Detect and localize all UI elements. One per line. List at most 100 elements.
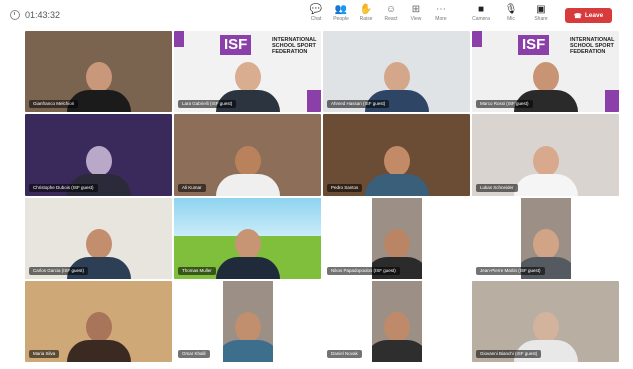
participant-name: Daniel Novak	[327, 350, 362, 358]
participant-video	[66, 312, 131, 362]
participant-head	[532, 228, 559, 259]
isf-stripe	[174, 31, 184, 47]
participant-body	[215, 173, 280, 196]
participant-head	[85, 228, 112, 259]
participant-video	[222, 312, 273, 362]
more-icon: ⋯	[436, 4, 446, 15]
participant-tile[interactable]: ISF INTERNATIONAL SCHOOL SPORT FEDERATION La…	[174, 31, 321, 113]
react-icon: ☺	[385, 4, 397, 15]
camera-button[interactable]: ■ Camera	[470, 3, 492, 23]
toolbar-button-raise[interactable]: ✋ Raise	[356, 3, 376, 23]
isf-logo-text: INTERNATIONAL SCHOOL SPORT FEDERATION	[570, 37, 615, 55]
participant-name: Lukas Schneider	[476, 183, 518, 192]
participant-name: Carlos Garcia (ISF guest)	[29, 266, 89, 275]
portrait-video	[371, 280, 422, 362]
people-icon: 👥	[334, 4, 348, 15]
chat-icon: 💬	[309, 4, 323, 15]
participant-video	[215, 145, 280, 196]
participant-tile[interactable]: Giovanni Bianchi (ISF guest)	[472, 280, 619, 362]
participant-tile[interactable]: Lukas Schneider	[472, 114, 619, 196]
media-controls: ■ Camera 🎙 Mic ▣ Share	[470, 3, 552, 23]
participant-name: Maria Silva	[29, 350, 60, 358]
shield-icon	[10, 10, 20, 20]
participant-tile[interactable]: Carlos Garcia (ISF guest)	[25, 197, 172, 279]
video-grid: Gianfranco Melchiori ISF INTERNATIONAL SCHO…	[25, 31, 619, 362]
toolbar-button-label: View	[410, 16, 422, 22]
participant-body	[215, 256, 280, 279]
isf-logo: ISF	[220, 35, 252, 55]
participant-tile[interactable]: Ali Kumar	[174, 114, 321, 196]
share-icon: ▣	[536, 4, 546, 15]
participant-name: Pedro Santos	[327, 183, 363, 192]
participant-tile[interactable]: ISF INTERNATIONAL SCHOOL SPORT FEDERATION Ma…	[472, 31, 619, 113]
participant-body	[364, 173, 429, 196]
participant-body	[222, 340, 273, 362]
participant-tile[interactable]: Ahmed Hassan (ISF guest)	[323, 31, 470, 113]
camera-label: Camera	[472, 16, 490, 22]
participant-name: Thomas Muller	[178, 266, 216, 275]
leave-button[interactable]: ☎ Leave	[565, 8, 612, 23]
participant-name: Gianfranco Melchiori	[29, 100, 79, 109]
participant-body	[371, 340, 422, 362]
participant-head	[85, 312, 112, 342]
participant-body	[513, 173, 578, 196]
participant-head	[532, 62, 559, 93]
participant-tile[interactable]: Maria Silva	[25, 280, 172, 362]
leave-label: Leave	[584, 12, 604, 19]
portrait-video	[222, 280, 273, 362]
isf-stripe	[472, 31, 482, 47]
camera-icon: ■	[477, 4, 485, 15]
toolbar-button-label: Raise	[359, 16, 373, 22]
participant-body	[66, 340, 131, 362]
toolbar-tools: 💬 Chat 👥 People ✋ Raise ☺ React ⊞ View ⋯ More	[306, 3, 451, 23]
share-button[interactable]: ▣ Share	[530, 3, 552, 23]
participant-name: Jean-Pierre Martin (ISF guest)	[476, 266, 545, 275]
toolbar-button-label: React	[384, 16, 398, 22]
meeting-timer: 01:43:32	[10, 10, 60, 20]
mic-button[interactable]: 🎙 Mic	[500, 3, 522, 23]
participant-name: Nikos Papadopoulos (ISF guest)	[327, 266, 400, 275]
participant-video	[371, 312, 422, 362]
participant-name: Christophe Dubois (ISF guest)	[29, 183, 98, 192]
participant-head	[85, 145, 112, 176]
participant-tile[interactable]: Nikos Papadopoulos (ISF guest)	[323, 197, 470, 279]
participant-tile[interactable]: Christophe Dubois (ISF guest)	[25, 114, 172, 196]
toolbar-button-label: More	[435, 16, 447, 22]
participant-head	[383, 312, 410, 342]
isf-logo-text: INTERNATIONAL SCHOOL SPORT FEDERATION	[272, 37, 317, 55]
participant-tile[interactable]: Pedro Santos	[323, 114, 470, 196]
isf-logo: ISF	[518, 35, 550, 55]
participant-head	[532, 145, 559, 176]
isf-stripe	[605, 90, 619, 113]
participant-tile[interactable]: Jean-Pierre Martin (ISF guest)	[472, 197, 619, 279]
toolbar-button-more[interactable]: ⋯ More	[431, 3, 451, 23]
participant-head	[234, 312, 261, 342]
participant-tile[interactable]: Daniel Novak	[323, 280, 470, 362]
share-label: Share	[534, 16, 548, 22]
participant-name: Omar Khalil	[178, 350, 210, 358]
participant-name: Marco Rossi (ISF guest)	[476, 100, 533, 109]
toolbar-button-label: Chat	[310, 16, 322, 22]
view-icon: ⊞	[411, 4, 421, 15]
participant-video	[215, 228, 280, 279]
raise-hand-icon: ✋	[359, 4, 373, 15]
participant-name: Ali Kumar	[178, 183, 206, 192]
participant-tile[interactable]: Omar Khalil	[174, 280, 321, 362]
participant-head	[234, 62, 261, 93]
participant-tile[interactable]: Gianfranco Melchiori	[25, 31, 172, 113]
toolbar-button-chat[interactable]: 💬 Chat	[306, 3, 326, 23]
participant-head	[532, 312, 559, 342]
participant-head	[383, 228, 410, 259]
toolbar-button-view[interactable]: ⊞ View	[406, 3, 426, 23]
participant-head	[234, 145, 261, 176]
participant-head	[85, 62, 112, 93]
toolbar-button-label: People	[333, 16, 349, 22]
mic-label: Mic	[507, 16, 515, 22]
microphone-icon: 🎙	[504, 4, 518, 15]
toolbar-button-people[interactable]: 👥 People	[331, 3, 351, 23]
participant-head	[383, 145, 410, 176]
phone-icon: ☎	[573, 12, 582, 20]
participant-name: Ahmed Hassan (ISF guest)	[327, 100, 390, 109]
participant-tile[interactable]: Thomas Muller	[174, 197, 321, 279]
toolbar-button-react[interactable]: ☺ React	[381, 3, 401, 23]
